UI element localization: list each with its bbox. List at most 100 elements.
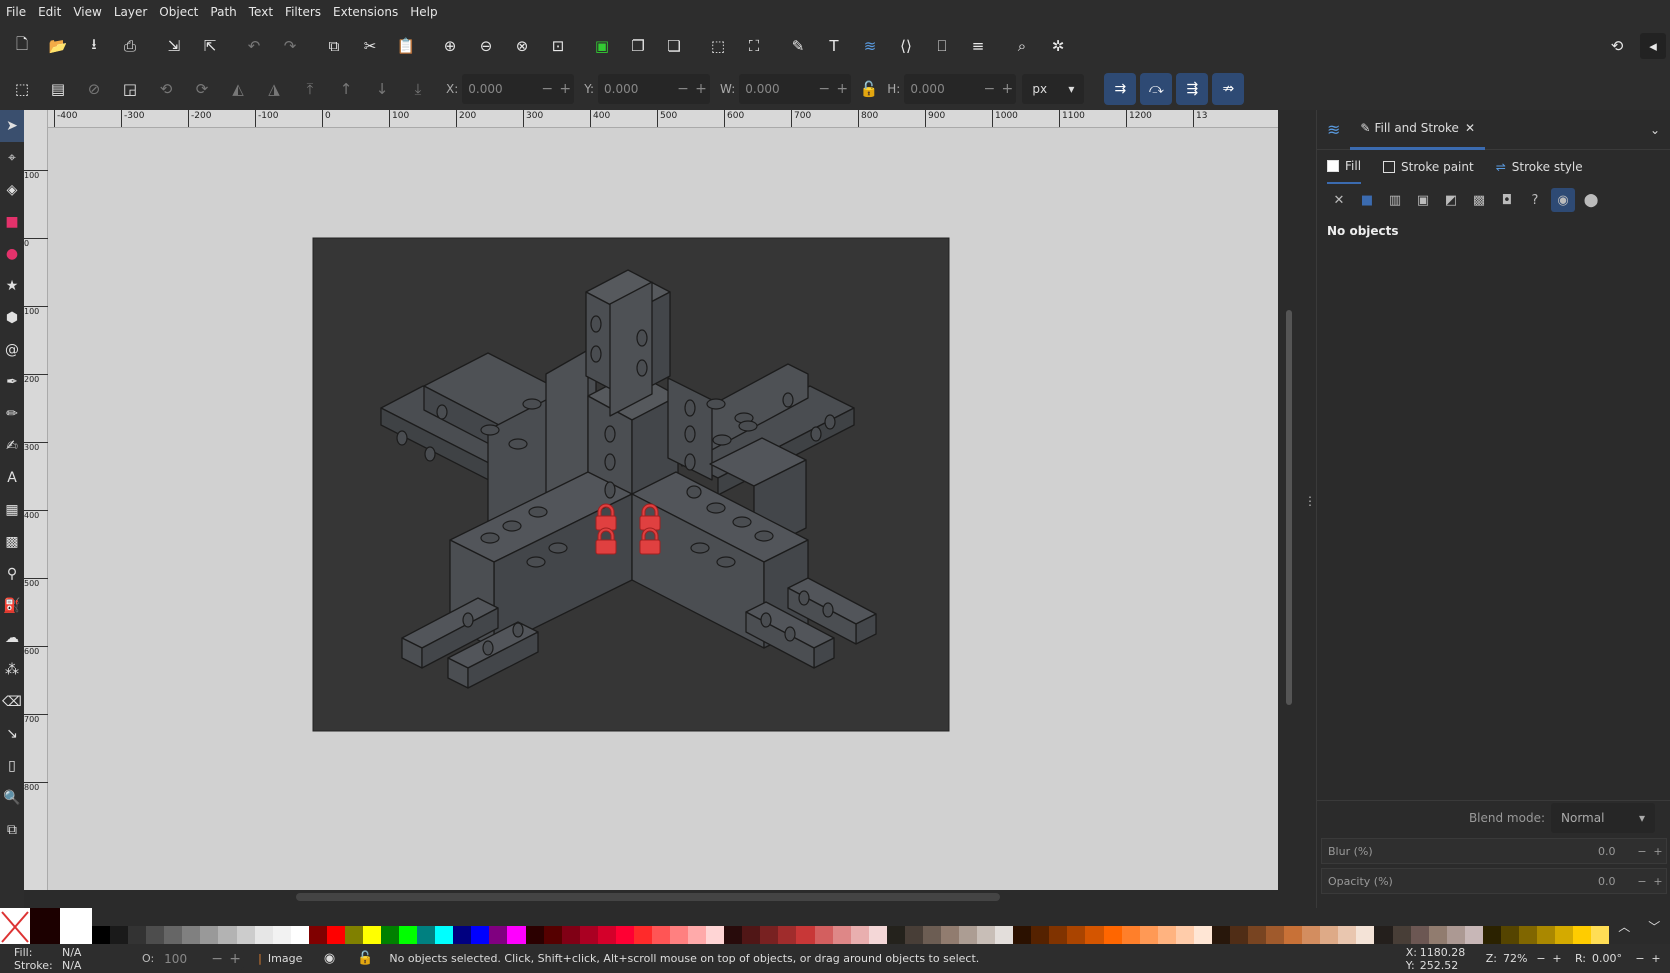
w-decrement-icon[interactable]: − <box>815 81 833 97</box>
ungroup-icon[interactable]: ⛶ <box>741 33 767 59</box>
x-increment-icon[interactable]: + <box>556 81 574 97</box>
color-swatch[interactable] <box>579 926 598 944</box>
color-swatch[interactable] <box>326 926 345 944</box>
color-swatch[interactable] <box>1067 926 1086 944</box>
y-increment-icon[interactable]: + <box>692 81 710 97</box>
zoom-fit-icon[interactable]: ⊡ <box>545 33 571 59</box>
tab-fill-and-stroke[interactable]: ✎ Fill and Stroke ✕ <box>1350 110 1486 150</box>
ellipse-tool-icon[interactable]: ● <box>0 238 24 270</box>
connector-tool-icon[interactable]: ↘ <box>0 718 24 750</box>
color-swatch[interactable] <box>1464 926 1483 944</box>
tab-stroke-paint[interactable]: Stroke paint <box>1383 150 1474 184</box>
scale-corners-icon[interactable]: ⤼ <box>1140 73 1173 105</box>
find-icon[interactable]: ⌕ <box>1009 33 1035 59</box>
lower-bottom-icon[interactable]: ⤓ <box>405 76 431 102</box>
color-swatch[interactable] <box>290 926 309 944</box>
import-icon[interactable]: ⇲ <box>161 33 187 59</box>
color-swatch[interactable] <box>507 926 526 944</box>
group-icon[interactable]: ⬚ <box>705 33 731 59</box>
tab-fill[interactable]: Fill <box>1327 150 1362 184</box>
x-decrement-icon[interactable]: − <box>538 81 556 97</box>
color-swatch[interactable] <box>146 926 165 944</box>
dock-handle-icon[interactable]: ⋮ <box>1304 495 1316 507</box>
cut-icon[interactable]: ✂ <box>357 33 383 59</box>
gradient-tool-icon[interactable]: ▦ <box>0 494 24 526</box>
duplicate-icon[interactable]: ▣ <box>589 33 615 59</box>
color-swatch[interactable] <box>796 926 815 944</box>
measure-tool-icon[interactable]: ⧉ <box>0 814 24 846</box>
color-swatch[interactable] <box>525 926 544 944</box>
color-swatch[interactable] <box>814 926 833 944</box>
color-swatch[interactable] <box>1482 926 1501 944</box>
spiral-tool-icon[interactable]: @ <box>0 334 24 366</box>
color-swatch[interactable] <box>435 926 454 944</box>
color-swatch[interactable] <box>362 926 381 944</box>
color-swatch[interactable] <box>904 926 923 944</box>
color-swatch[interactable] <box>182 926 201 944</box>
color-swatch[interactable] <box>308 926 327 944</box>
color-swatch[interactable] <box>200 926 219 944</box>
blur-slider[interactable]: Blur (%) 0.0 − + <box>1321 838 1667 864</box>
color-swatch[interactable] <box>778 926 797 944</box>
color-swatch[interactable] <box>1591 926 1610 944</box>
deselect-icon[interactable]: ⊘ <box>81 76 107 102</box>
tab-stroke-style[interactable]: ⇌ Stroke style <box>1496 150 1583 184</box>
color-swatch[interactable] <box>1211 926 1230 944</box>
color-swatch[interactable] <box>832 926 851 944</box>
white-swatch[interactable] <box>60 908 92 944</box>
rotate-plus-icon[interactable]: + <box>1648 952 1664 965</box>
shape-builder-icon[interactable]: ◈ <box>0 174 24 206</box>
open-file-icon[interactable]: 📂 <box>45 33 71 59</box>
move-gradients-icon[interactable]: ⇶ <box>1176 73 1209 105</box>
collapse-icon[interactable]: ◂ <box>1640 33 1666 59</box>
color-swatch[interactable] <box>1410 926 1429 944</box>
color-swatch[interactable] <box>1139 926 1158 944</box>
blend-mode-select[interactable]: Normal ▾ <box>1551 802 1655 833</box>
color-swatch[interactable] <box>633 926 652 944</box>
h-field[interactable]: 0.000 − + <box>904 74 1017 104</box>
w-increment-icon[interactable]: + <box>833 81 851 97</box>
y-field[interactable]: 0.000 − + <box>598 74 711 104</box>
zoom-value[interactable]: 72% <box>1503 952 1533 965</box>
mesh-tool-icon[interactable]: ▩ <box>0 526 24 558</box>
dock-menu-chevron-icon[interactable]: ⌄ <box>1640 110 1670 150</box>
no-paint-icon[interactable]: ✕ <box>1327 188 1351 212</box>
menu-edit[interactable]: Edit <box>32 0 67 24</box>
color-swatch[interactable] <box>1049 926 1068 944</box>
zoom-page-icon[interactable]: ⊗ <box>509 33 535 59</box>
color-swatch[interactable] <box>868 926 887 944</box>
color-swatch[interactable] <box>164 926 183 944</box>
unset-icon[interactable]: ? <box>1523 188 1547 212</box>
color-swatch[interactable] <box>1446 926 1465 944</box>
align-distribute-icon[interactable]: ≡ <box>965 33 991 59</box>
zoom-out-icon[interactable]: − <box>1533 952 1549 965</box>
preferences-icon[interactable]: ✲ <box>1045 33 1071 59</box>
current-layer[interactable]: Image <box>268 952 312 965</box>
horizontal-scrollbar[interactable] <box>296 893 1000 901</box>
tweak-tool-icon[interactable]: ☁ <box>0 622 24 654</box>
color-swatch[interactable] <box>1284 926 1303 944</box>
flip-vertical-icon[interactable]: ◮ <box>261 76 287 102</box>
blur-decrement-icon[interactable]: − <box>1634 845 1650 858</box>
color-swatch[interactable] <box>1266 926 1285 944</box>
command-palette-icon[interactable]: ⟲ <box>1604 33 1630 59</box>
opacity-status-increment-icon[interactable]: + <box>226 951 244 967</box>
unlink-clone-icon[interactable]: ❏ <box>661 33 687 59</box>
color-swatch[interactable] <box>272 926 291 944</box>
color-swatch[interactable] <box>670 926 689 944</box>
color-swatch[interactable] <box>1229 926 1248 944</box>
menu-extensions[interactable]: Extensions <box>327 0 404 24</box>
color-swatch[interactable] <box>1013 926 1032 944</box>
color-swatch[interactable] <box>850 926 869 944</box>
color-swatch[interactable] <box>561 926 580 944</box>
color-swatch[interactable] <box>724 926 743 944</box>
opacity-slider[interactable]: Opacity (%) 0.0 − + <box>1321 868 1667 894</box>
lower-icon[interactable]: ↓ <box>369 76 395 102</box>
star-tool-icon[interactable]: ★ <box>0 270 24 302</box>
color-swatch[interactable] <box>381 926 400 944</box>
color-swatch[interactable] <box>959 926 978 944</box>
rotate-cw-icon[interactable]: ⟳ <box>189 76 215 102</box>
pencil-tool-icon[interactable]: ✏ <box>0 398 24 430</box>
color-swatch[interactable] <box>254 926 273 944</box>
layers-icon[interactable]: ≋ <box>857 33 883 59</box>
